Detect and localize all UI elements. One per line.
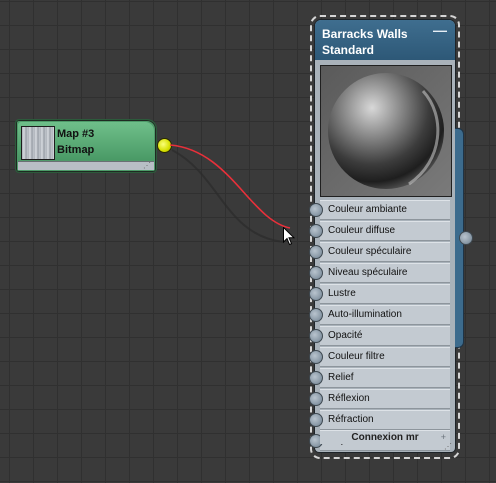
slot-input-socket[interactable] [309, 308, 323, 322]
material-node[interactable]: Barracks Walls Standard — Couleur ambian… [309, 20, 455, 452]
slot-label: Couleur filtre [328, 351, 385, 362]
material-slot[interactable]: Relief [309, 368, 450, 388]
material-slot[interactable]: Couleur filtre [309, 347, 450, 367]
material-preview [320, 65, 452, 197]
slot-label: Auto-illumination [328, 309, 402, 320]
material-slot[interactable]: Réfraction [309, 410, 450, 430]
mr-connection-bar[interactable]: Connexion mr + [320, 430, 450, 444]
material-slot[interactable]: Auto-illumination [309, 305, 450, 325]
material-sphere-preview [321, 66, 451, 196]
connection-wire-shadow [171, 149, 284, 243]
material-slot[interactable]: Couleur ambiante [309, 200, 450, 220]
bitmap-node-title: Map #3 [57, 128, 95, 140]
material-slot[interactable]: Opacité [309, 326, 450, 346]
slot-input-socket[interactable] [309, 287, 323, 301]
slot-label: Lustre [328, 288, 356, 299]
slot-label: Réflexion [328, 393, 370, 404]
material-output-socket[interactable] [459, 231, 473, 245]
slot-label: Couleur spéculaire [328, 246, 412, 257]
bitmap-output-socket[interactable] [157, 138, 172, 153]
bitmap-node-footer: ⋰ [18, 161, 154, 170]
bitmap-thumbnail [21, 126, 55, 160]
resize-grip-icon[interactable]: ⋰ [444, 443, 452, 451]
slot-label: Couleur ambiante [328, 204, 407, 215]
slot-input-socket[interactable] [309, 266, 323, 280]
material-node-header[interactable]: Barracks Walls Standard — [315, 20, 455, 60]
material-slot[interactable]: Niveau spéculaire [309, 263, 450, 283]
slot-label: Réfraction [328, 414, 374, 425]
material-name: Barracks Walls [322, 27, 408, 41]
slot-label: Couleur diffuse [328, 225, 396, 236]
material-slot[interactable]: Réflexion [309, 389, 450, 409]
slot-input-socket[interactable] [309, 245, 323, 259]
bitmap-node-type: Bitmap [57, 144, 95, 156]
slot-label: Relief [328, 372, 354, 383]
material-slot[interactable]: Lustre [309, 284, 450, 304]
material-slot[interactable]: Couleur diffuse [309, 221, 450, 241]
bitmap-node-header[interactable]: Map #3 Bitmap [18, 122, 154, 160]
slot-input-socket[interactable] [309, 371, 323, 385]
slot-label: Niveau spéculaire [328, 267, 408, 278]
collapse-button[interactable]: — [433, 23, 447, 37]
slot-input-socket[interactable] [309, 203, 323, 217]
arrow-cursor-icon [283, 227, 295, 246]
bitmap-map-node[interactable]: Map #3 Bitmap ⋰ [15, 119, 157, 173]
connection-wire[interactable] [169, 144, 291, 229]
slot-label: Opacité [328, 330, 363, 341]
material-slot[interactable]: Couleur spéculaire [309, 242, 450, 262]
slot-input-socket[interactable] [309, 350, 323, 364]
slot-input-socket[interactable] [309, 413, 323, 427]
slot-input-socket[interactable] [309, 224, 323, 238]
slot-input-socket[interactable] [309, 329, 323, 343]
material-type: Standard [322, 43, 375, 57]
slot-input-socket[interactable] [309, 392, 323, 406]
resize-grip-icon[interactable]: ⋰ [143, 162, 151, 170]
material-slot-list: Couleur ambiante Couleur diffuse Couleur s… [309, 200, 455, 452]
mr-connection-label: Connexion mr [351, 432, 419, 443]
